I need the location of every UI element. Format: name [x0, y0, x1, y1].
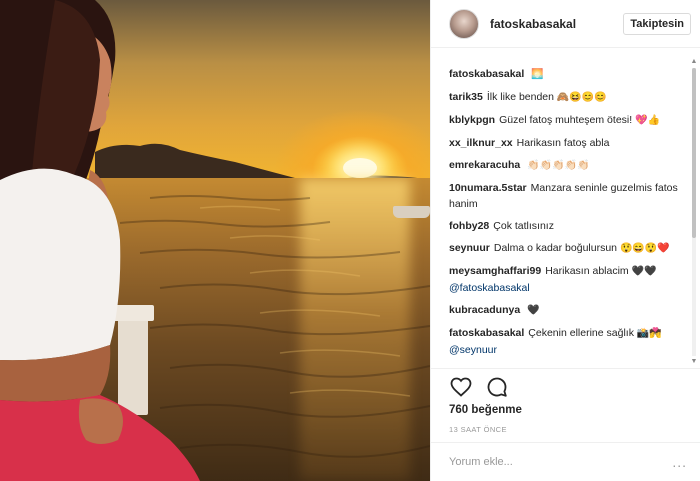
comment-username[interactable]: fatoskabasakal [449, 68, 524, 80]
comment-emoji: 💖👍 [635, 115, 660, 126]
instagram-post: fatoskabasakal Takiptesin fatoskabasakal… [0, 0, 700, 481]
heart-icon[interactable] [449, 375, 473, 399]
photo-sun [343, 158, 377, 178]
add-comment-bar: ... [431, 442, 700, 481]
comment-item: fohby28 Çok tatlısınız [449, 218, 687, 234]
avatar[interactable] [449, 8, 479, 39]
comment-emoji: 👏🏻👏🏻👏🏻👏🏻👏🏻 [527, 160, 590, 171]
speech-bubble-icon[interactable] [485, 375, 509, 399]
comment-emoji: 🙈😆😊😊 [556, 92, 607, 103]
comment-text: Güzel fatoş muhteşem ötesi! [499, 114, 633, 126]
comment-username[interactable]: kblykpgn [449, 114, 495, 126]
comment-text: Harikasın fatoş abla [516, 137, 610, 149]
comment-emoji: 📸💏 [636, 328, 662, 339]
scroll-thumb[interactable] [692, 68, 696, 238]
comment-mention-link[interactable]: @seynuur [449, 344, 497, 356]
comment-item: kblykpgn Güzel fatoş muhteşem ötesi! 💖👍 [449, 112, 687, 129]
comment-text: Çok tatlısınız [493, 220, 554, 232]
comment-username[interactable]: emrekaracuha [449, 159, 520, 171]
comment-text: Dalma o kadar boğulursun [493, 242, 618, 254]
post-timestamp[interactable]: 13 SAAT ÖNCE [449, 425, 507, 434]
comment-emoji: 🖤🖤 [631, 266, 657, 277]
scroll-up-arrow-icon[interactable]: ▲ [690, 58, 698, 66]
comment-mention-link[interactable]: @fatoskabasakal [449, 282, 530, 294]
comment-item: xx_ilknur_xx Harikasın fatoş abla [449, 135, 687, 151]
comment-text: Çekenin ellerine sağlık [528, 327, 634, 339]
following-button[interactable]: Takiptesin [623, 12, 691, 35]
photo-boat [393, 206, 430, 218]
post-header: fatoskabasakal Takiptesin [431, 0, 700, 48]
comment-item: 10numara.5star Manzara seninle guzelmis f… [449, 180, 687, 212]
scroll-down-arrow-icon[interactable]: ▼ [690, 358, 698, 366]
comments-scrollbar[interactable]: ▲ ▼ [690, 58, 698, 366]
post-photo[interactable] [0, 0, 430, 481]
comment-username[interactable]: kubracadunya [449, 304, 520, 316]
comments-list[interactable]: fatoskabasakal 🌅 tarik35 İlk like benden 🙈… [431, 58, 700, 366]
comment-input[interactable] [449, 456, 673, 468]
comment-item: tarik35 İlk like benden 🙈😆😊😊 [449, 89, 687, 106]
post-actions [431, 368, 700, 402]
comment-item: meysamghaffari99 Harikasın ablacim 🖤🖤 @fat… [449, 263, 687, 296]
comment-emoji: 🌅 [531, 69, 544, 80]
comment-username[interactable]: fohby28 [449, 220, 489, 232]
more-options-icon[interactable]: ... [672, 454, 687, 470]
post-author-username[interactable]: fatoskabasakal [490, 17, 623, 31]
comment-username[interactable]: 10numara.5star [449, 182, 527, 194]
scroll-track[interactable] [692, 68, 696, 356]
comment-emoji: 🖤 [527, 305, 540, 316]
comment-item: fatoskabasakal 🌅 [449, 66, 687, 83]
comment-text: Harikasın ablacim [545, 265, 629, 277]
comment-item: emrekaracuha 👏🏻👏🏻👏🏻👏🏻👏🏻 [449, 157, 687, 174]
comment-username[interactable]: tarik35 [449, 91, 483, 103]
comment-username[interactable]: meysamghaffari99 [449, 265, 541, 277]
comment-text: İlk like benden [486, 91, 554, 103]
comment-item: nwolf007Cennet gibi resimdeki de huri [449, 364, 687, 366]
comment-emoji: 😲😄😲❤️ [619, 243, 670, 254]
comment-username[interactable]: xx_ilknur_xx [449, 137, 513, 149]
comment-username[interactable]: seynuur [449, 242, 490, 254]
likes-count[interactable]: 760 beğenme [449, 404, 522, 416]
comment-username[interactable]: fatoskabasakal [449, 327, 524, 339]
photo-woman-silhouette [0, 0, 200, 481]
comment-item: fatoskabasakal Çekenin ellerine sağlık 📸💏… [449, 325, 687, 358]
post-side-panel: fatoskabasakal Takiptesin fatoskabasakal… [430, 0, 700, 481]
comment-item: kubracadunya 🖤 [449, 302, 687, 319]
comment-item: seynuur Dalma o kadar boğulursun 😲😄😲❤️ [449, 240, 687, 257]
